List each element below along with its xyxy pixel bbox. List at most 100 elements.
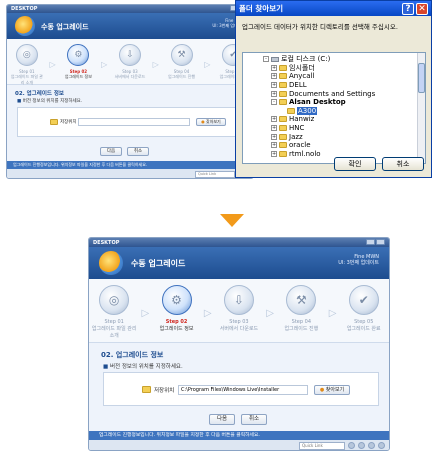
tree-expand-toggle[interactable]: - — [271, 99, 277, 106]
footer-nav-icon[interactable] — [378, 442, 385, 449]
step-2-desc: 업그레이드 정보 — [159, 326, 194, 332]
browse-icon: ● — [319, 387, 325, 393]
step-5: ✔ Step 05 업그레이드 완료 — [341, 285, 387, 332]
tree-label: Jazz — [289, 132, 303, 141]
step-1: ◎ Step 01 업그레이드 파일 관리 소개 — [10, 44, 44, 86]
close-button[interactable]: ✕ — [416, 2, 428, 15]
step-2-icon: ⚙ — [67, 44, 90, 66]
folder-icon — [50, 119, 58, 125]
step-2-desc: 업그레이드 정보 — [64, 74, 92, 79]
folder-icon — [279, 82, 287, 89]
app-logo-icon — [99, 251, 123, 275]
tree-row[interactable]: + 임시폴더 — [243, 64, 425, 73]
tree-row[interactable]: + Hanwiz — [243, 115, 425, 124]
dialog-ok-button[interactable]: 확인 — [334, 157, 376, 171]
tree-row-selected[interactable]: A300 — [243, 106, 425, 116]
tree-expand-toggle[interactable]: + — [271, 133, 277, 140]
step-1-desc: 업그레이드 파일 관리 소개 — [91, 326, 137, 339]
step-arrow-icon: ▷ — [49, 59, 56, 69]
drive-icon — [271, 56, 279, 62]
tree-label: 임시폴더 — [289, 63, 315, 72]
bottom-instruction-text: 버전 정보의 위치를 지정하세요. — [109, 364, 183, 370]
tree-expand-toggle[interactable]: + — [271, 142, 277, 149]
tree-row[interactable]: + DELL — [243, 81, 425, 90]
step-4-desc: 업그레이드 진행 — [168, 74, 196, 79]
tree-expand-toggle[interactable]: - — [263, 56, 269, 63]
footer-nav-icon[interactable] — [358, 442, 365, 449]
tree-label: A300 — [297, 106, 318, 115]
bottom-app-window: DESKTOP 수동 업그레이드 Fine MWN UI: 3번째 업데이트 ◎… — [88, 237, 390, 451]
tree-expand-toggle[interactable]: + — [271, 150, 277, 157]
step-1: ◎ Step 01 업그레이드 파일 관리 소개 — [91, 285, 137, 339]
step-5-icon: ✔ — [348, 285, 379, 315]
scrollbar-thumb[interactable] — [418, 63, 425, 93]
folder-open-icon — [279, 99, 287, 106]
folder-icon — [279, 116, 287, 123]
bottom-cancel-button[interactable]: 취소 — [241, 414, 267, 425]
bottom-instruction: ■ 버전 정보의 위치를 지정하세요. — [103, 362, 183, 370]
bottom-window-titlebar: DESKTOP — [89, 238, 389, 247]
bottom-version-info: Fine MWN UI: 3번째 업데이트 — [338, 254, 379, 267]
footer-nav-icon[interactable] — [368, 442, 375, 449]
tree-label: DELL — [289, 81, 307, 90]
step-arrow-icon: ▷ — [203, 308, 212, 319]
tree-row[interactable]: - Alsan Desktop — [243, 98, 425, 107]
close-button[interactable] — [376, 238, 385, 245]
tree-expand-toggle[interactable]: + — [271, 64, 277, 71]
tree-expand-toggle[interactable]: + — [271, 125, 277, 132]
step-3: ⇩ Step 03 서버에서 다운로드 — [113, 44, 147, 80]
bottom-window-title: DESKTOP — [93, 239, 120, 246]
tree-expand-toggle[interactable]: + — [271, 116, 277, 123]
top-next-button[interactable]: 다음 — [100, 147, 122, 156]
tree-row[interactable]: + Anycall — [243, 72, 425, 81]
folder-icon — [279, 64, 287, 71]
step-2-icon: ⚙ — [161, 285, 192, 315]
top-banner: 수동 업그레이드 Fine MWN UI: 3번째 업데이트 — [7, 13, 253, 39]
step-2: ⚙ Step 02 업그레이드 정보 — [154, 285, 200, 332]
step-2: ⚙ Step 02 업그레이드 정보 — [61, 44, 95, 80]
bottom-path-input[interactable]: C:\Program Files\Windows Live\Installer — [178, 385, 308, 395]
step-1-icon: ◎ — [99, 285, 130, 315]
top-cancel-button[interactable]: 취소 — [127, 147, 149, 156]
top-path-input[interactable] — [78, 118, 190, 126]
info-bullet-icon: ■ — [103, 364, 109, 370]
step-arrow-icon: ▷ — [152, 59, 159, 69]
bottom-next-button[interactable]: 다음 — [209, 414, 235, 425]
tree-expand-toggle[interactable]: + — [271, 82, 277, 89]
info-bullet-icon: ■ — [17, 99, 22, 104]
step-3-icon: ⇩ — [223, 285, 254, 315]
tree-expand-toggle[interactable]: + — [271, 90, 277, 97]
browse-icon: ● — [201, 119, 205, 124]
minimize-button[interactable] — [366, 238, 375, 245]
bottom-quick-search[interactable]: Quick Link — [299, 441, 345, 450]
step-arrow-icon: ▷ — [141, 308, 150, 319]
top-status-bar: 업그레이드 진행정보입니다. 위치정보 파일을 지정한 후 다음 버튼을 클릭하… — [7, 161, 253, 169]
top-browse-button[interactable]: ● 찾아보기 — [196, 118, 226, 126]
help-button[interactable]: ? — [402, 2, 414, 15]
tree-label: Alsan Desktop — [289, 98, 346, 107]
bottom-app-title: 수동 업그레이드 — [131, 259, 186, 268]
folder-tree[interactable]: - 로컬 디스크 (C:) + 임시폴더 + Anycall + DELL + Docum… — [242, 52, 426, 164]
tree-row[interactable]: + Jazz — [243, 132, 425, 141]
tree-row[interactable]: + oracle — [243, 141, 425, 150]
folder-icon — [279, 125, 287, 132]
dialog-cancel-button[interactable]: 취소 — [382, 157, 424, 171]
folder-browse-dialog: 폴더 찾아보기 ? ✕ 업그레이드 데이터가 위치한 디렉토리를 선택해 주십시오… — [235, 0, 432, 178]
tree-row[interactable]: + HNC — [243, 124, 425, 133]
tree-expand-toggle[interactable]: + — [271, 73, 277, 80]
bottom-section-title: 02. 업그레이드 정보 — [101, 351, 164, 359]
tree-label: rtml.nolo — [289, 149, 321, 158]
bottom-status-bar: 업그레이드 진행정보입니다. 위치정보 파일을 지정한 후 다음 버튼을 클릭하… — [89, 431, 389, 440]
top-footer: Quick Link — [7, 169, 253, 178]
tree-scrollbar[interactable] — [417, 53, 425, 163]
tree-row[interactable]: + Documents and Settings — [243, 89, 425, 98]
bottom-browse-button[interactable]: ● 찾아보기 — [314, 385, 350, 395]
top-app-title: 수동 업그레이드 — [41, 23, 89, 31]
tree-row[interactable]: - 로컬 디스크 (C:) — [243, 55, 425, 64]
app-logo-icon — [15, 16, 35, 36]
step-4-icon: ⚒ — [170, 44, 193, 66]
bottom-path-box: 저장위치 C:\Program Files\Windows Live\Insta… — [103, 372, 379, 406]
step-arrow-icon: ▷ — [101, 59, 108, 69]
footer-nav-icon[interactable] — [348, 442, 355, 449]
top-quick-search[interactable]: Quick Link — [195, 170, 235, 178]
